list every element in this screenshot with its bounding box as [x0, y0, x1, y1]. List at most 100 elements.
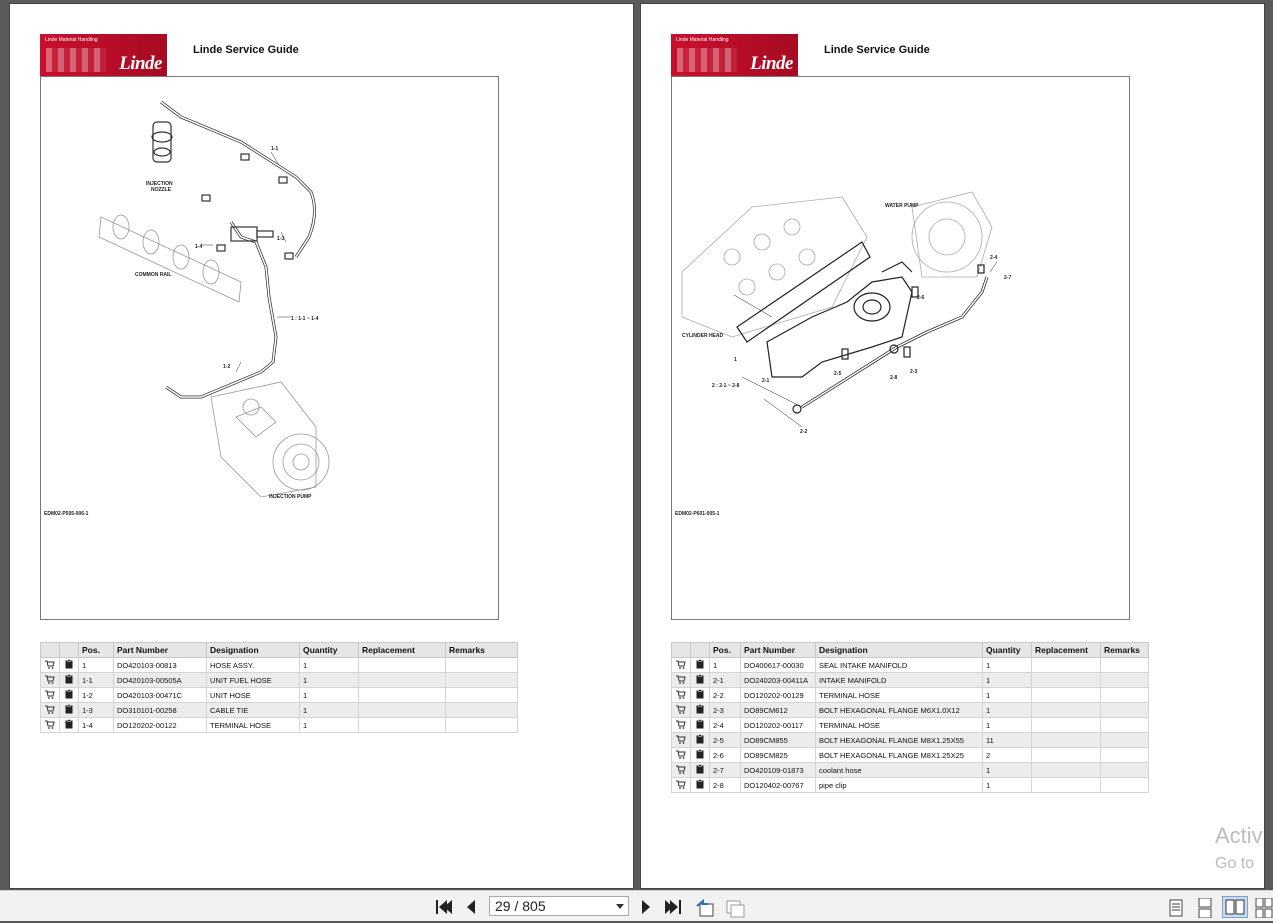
go-back-view-button[interactable]	[694, 898, 714, 917]
logo-brand: Linde	[119, 53, 162, 74]
continuous-page-icon	[1198, 897, 1212, 919]
cart-icon	[676, 720, 686, 731]
clipboard-icon	[696, 779, 704, 791]
cell-pos: 1	[78, 657, 114, 673]
label-injection-nozzle-2: NOZZLE	[151, 187, 172, 193]
cell-designation: HOSE ASSY.	[206, 657, 300, 673]
first-page-button[interactable]	[433, 898, 453, 916]
col-part-number: Part Number	[113, 642, 207, 658]
cell-remarks	[1100, 717, 1149, 733]
col-quantity: Quantity	[982, 642, 1032, 658]
add-to-cart-button[interactable]	[40, 702, 60, 718]
cell-pos: 2-8	[709, 777, 741, 793]
page-number-selector[interactable]: 29 / 805	[489, 896, 629, 916]
add-to-cart-button[interactable]	[40, 687, 60, 703]
callout-range: 1 : 1-1 ~ 1-4	[291, 316, 319, 322]
callout-2-5: 2-5	[834, 371, 841, 377]
clipboard-button[interactable]	[59, 657, 79, 673]
logo-tagline: Linde Material Handling	[45, 37, 98, 43]
cell-remarks	[445, 702, 518, 718]
clipboard-button[interactable]	[59, 672, 79, 688]
cell-remarks	[1100, 732, 1149, 748]
add-to-cart-button[interactable]	[671, 717, 691, 733]
clipboard-button[interactable]	[690, 657, 710, 673]
add-to-cart-button[interactable]	[40, 717, 60, 733]
clipboard-button[interactable]	[59, 717, 79, 733]
cell-designation: TERMINAL HOSE	[815, 687, 983, 703]
add-to-cart-button[interactable]	[671, 732, 691, 748]
intake-manifold-diagram: WATER PUMP CYLINDER HEAD 1 2-1 2-2 2-3 2…	[681, 191, 1011, 435]
clipboard-button[interactable]	[690, 732, 710, 748]
page-title: Linde Service Guide	[824, 44, 930, 56]
clipboard-button[interactable]	[690, 777, 710, 793]
clipboard-icon	[65, 719, 73, 731]
callout-2-4: 2-4	[990, 255, 997, 261]
parts-drawing: INJECTION NOZZLE COMMON RAIL INJECTION P…	[40, 76, 499, 620]
col-remarks: Remarks	[445, 642, 518, 658]
cell-pos: 2-4	[709, 717, 741, 733]
continuous-facing-view-button[interactable]	[1254, 897, 1273, 919]
add-to-cart-button[interactable]	[671, 702, 691, 718]
cell-part-number: DO420103-00813	[113, 657, 207, 673]
clipboard-icon	[696, 749, 704, 761]
add-to-cart-button[interactable]	[40, 672, 60, 688]
add-to-cart-button[interactable]	[40, 657, 60, 673]
add-to-cart-button[interactable]	[671, 747, 691, 763]
facing-view-button[interactable]	[1222, 896, 1248, 918]
cell-quantity: 1	[299, 657, 359, 673]
next-page-button[interactable]	[636, 898, 656, 916]
clipboard-button[interactable]	[59, 702, 79, 718]
single-page-icon	[1169, 899, 1183, 917]
col-designation: Designation	[206, 642, 300, 658]
last-page-icon	[665, 900, 681, 914]
clipboard-button[interactable]	[690, 717, 710, 733]
clipboard-button[interactable]	[690, 747, 710, 763]
col-replacement: Replacement	[1031, 642, 1101, 658]
cell-remarks	[1100, 657, 1149, 673]
cell-part-number: DO89CM612	[740, 702, 816, 718]
table-row: 1 DO420103-00813 HOSE ASSY. 1	[40, 657, 518, 673]
cell-designation: INTAKE MANIFOLD	[815, 672, 983, 688]
table-row: 2-2 DO120202-00129 TERMINAL HOSE 1	[671, 687, 1149, 703]
continuous-view-button[interactable]	[1195, 897, 1215, 919]
table-row: 2-3 DO89CM612 BOLT HEXAGONAL FLANGE M6X1.0…	[671, 702, 1149, 718]
viewer-toolbar: 29 / 805	[0, 890, 1273, 921]
last-page-button[interactable]	[664, 898, 684, 916]
add-to-cart-button[interactable]	[671, 657, 691, 673]
clipboard-button[interactable]	[690, 687, 710, 703]
label-cylinder-head: CYLINDER HEAD	[682, 333, 724, 339]
cell-quantity: 1	[982, 687, 1032, 703]
col-clipboard	[59, 642, 79, 658]
add-to-cart-button[interactable]	[671, 762, 691, 778]
cell-replacement	[1031, 717, 1101, 733]
table-row: 2-7 DO420109-01873 coolant hose 1	[671, 762, 1149, 778]
clipboard-button[interactable]	[690, 672, 710, 688]
add-to-cart-button[interactable]	[671, 672, 691, 688]
go-forward-view-button[interactable]	[724, 898, 745, 918]
clipboard-button[interactable]	[690, 702, 710, 718]
cell-part-number: DO310101-00258	[113, 702, 207, 718]
document-page-right: Linde Material Handling Linde Linde Serv…	[641, 4, 1264, 888]
current-page: 29	[495, 898, 511, 914]
clipboard-icon	[65, 674, 73, 686]
col-remarks: Remarks	[1100, 642, 1149, 658]
col-replacement: Replacement	[358, 642, 446, 658]
cell-part-number: DO420103-00471C	[113, 687, 207, 703]
cell-designation: UNIT HOSE	[206, 687, 300, 703]
single-page-view-button[interactable]	[1166, 898, 1186, 917]
callout-1: 1	[734, 357, 737, 363]
cell-quantity: 2	[982, 747, 1032, 763]
previous-page-button[interactable]	[461, 898, 481, 916]
cell-pos: 2-6	[709, 747, 741, 763]
clipboard-button[interactable]	[690, 762, 710, 778]
add-to-cart-button[interactable]	[671, 777, 691, 793]
add-to-cart-button[interactable]	[671, 687, 691, 703]
parts-table: Pos. Part Number Designation Quantity Re…	[40, 642, 518, 733]
total-pages: 805	[522, 898, 546, 914]
activation-watermark-line2: Go to	[1215, 855, 1255, 872]
col-part-number: Part Number	[740, 642, 816, 658]
cell-replacement	[358, 657, 446, 673]
cell-replacement	[1031, 732, 1101, 748]
cell-replacement	[1031, 762, 1101, 778]
clipboard-button[interactable]	[59, 687, 79, 703]
